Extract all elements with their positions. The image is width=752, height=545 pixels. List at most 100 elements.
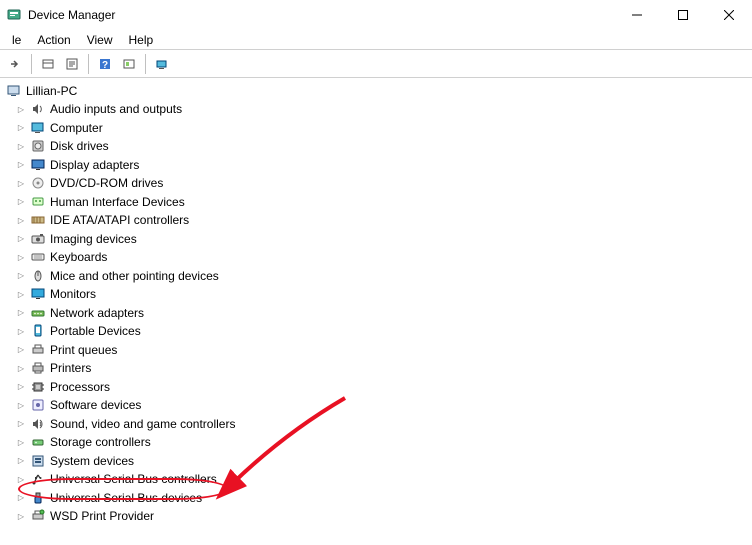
toolbar-separator [145,54,146,74]
expand-chevron-icon[interactable] [16,216,26,225]
expand-chevron-icon[interactable] [16,234,26,243]
mouse-icon [30,268,46,284]
menu-action[interactable]: Action [29,33,78,47]
computer-icon [30,120,46,136]
tree-item[interactable]: Sound, video and game controllers [4,415,752,434]
tree-root-label: Lillian-PC [26,84,77,98]
usbdev-icon [30,490,46,506]
tree-item-label: Display adapters [50,158,139,172]
help-button[interactable]: ? [94,53,116,75]
expand-chevron-icon[interactable] [16,179,26,188]
expand-chevron-icon[interactable] [16,160,26,169]
devices-button[interactable] [151,53,173,75]
expand-chevron-icon[interactable] [16,123,26,132]
tree-item-label: Universal Serial Bus controllers [50,472,217,486]
tree-item[interactable]: Portable Devices [4,322,752,341]
menubar: le Action View Help [0,30,752,50]
wsd-icon [30,508,46,524]
expand-chevron-icon[interactable] [16,419,26,428]
tree-item-label: WSD Print Provider [50,509,154,523]
expand-chevron-icon[interactable] [16,493,26,502]
expand-chevron-icon[interactable] [16,327,26,336]
menu-help[interactable]: Help [121,33,162,47]
expand-chevron-icon[interactable] [16,290,26,299]
tree-root[interactable]: Lillian-PC [4,82,752,100]
tree-item[interactable]: IDE ATA/ATAPI controllers [4,211,752,230]
expand-chevron-icon[interactable] [16,253,26,262]
tree-item[interactable]: Monitors [4,285,752,304]
tree-item[interactable]: Network adapters [4,304,752,323]
device-tree[interactable]: Lillian-PC Audio inputs and outputsCompu… [0,78,752,545]
minimize-button[interactable] [614,0,660,30]
storage-icon [30,434,46,450]
tree-item-label: Software devices [50,398,141,412]
tree-item[interactable]: Universal Serial Bus controllers [4,470,752,489]
portable-icon [30,323,46,339]
dvd-icon [30,175,46,191]
expand-chevron-icon[interactable] [16,105,26,114]
tree-item[interactable]: Keyboards [4,248,752,267]
tree-item[interactable]: Disk drives [4,137,752,156]
tree-item-label: Monitors [50,287,96,301]
expand-chevron-icon[interactable] [16,308,26,317]
tree-item[interactable]: Audio inputs and outputs [4,100,752,119]
expand-chevron-icon[interactable] [16,475,26,484]
tree-item[interactable]: Printers [4,359,752,378]
tree-item-label: Portable Devices [50,324,141,338]
ide-icon [30,212,46,228]
tree-item-label: Human Interface Devices [50,195,185,209]
tree-item[interactable]: System devices [4,452,752,471]
tree-item-label: Storage controllers [50,435,151,449]
menu-view[interactable]: View [79,33,121,47]
printer-icon [30,360,46,376]
expand-chevron-icon[interactable] [16,142,26,151]
system-icon [30,453,46,469]
display-icon [30,157,46,173]
scan-button[interactable] [118,53,140,75]
tree-item[interactable]: Computer [4,119,752,138]
tree-item[interactable]: Print queues [4,341,752,360]
expand-chevron-icon[interactable] [16,197,26,206]
tree-item[interactable]: Mice and other pointing devices [4,267,752,286]
expand-chevron-icon[interactable] [16,438,26,447]
tree-item[interactable]: Display adapters [4,156,752,175]
tree-item-label: Print queues [50,343,117,357]
tree-item[interactable]: Imaging devices [4,230,752,249]
properties-button[interactable] [61,53,83,75]
menu-file[interactable]: le [4,33,29,47]
maximize-button[interactable] [660,0,706,30]
window-controls [614,0,752,29]
close-button[interactable] [706,0,752,30]
expand-chevron-icon[interactable] [16,401,26,410]
tree-item-label: Printers [50,361,91,375]
tree-item[interactable]: Storage controllers [4,433,752,452]
monitor-icon [30,286,46,302]
printq-icon [30,342,46,358]
usb-icon [30,471,46,487]
expand-chevron-icon[interactable] [16,271,26,280]
cpu-icon [30,379,46,395]
tree-item[interactable]: Human Interface Devices [4,193,752,212]
expand-chevron-icon[interactable] [16,456,26,465]
tree-item[interactable]: Software devices [4,396,752,415]
tree-item-label: Universal Serial Bus devices [50,491,202,505]
forward-button[interactable] [4,53,26,75]
tree-item[interactable]: DVD/CD-ROM drives [4,174,752,193]
titlebar: Device Manager [0,0,752,30]
disk-icon [30,138,46,154]
show-hidden-button[interactable] [37,53,59,75]
tree-item-label: DVD/CD-ROM drives [50,176,163,190]
tree-item-label: Disk drives [50,139,109,153]
audio-icon [30,101,46,117]
tree-item-label: IDE ATA/ATAPI controllers [50,213,189,227]
expand-chevron-icon[interactable] [16,345,26,354]
keyboard-icon [30,249,46,265]
expand-chevron-icon[interactable] [16,364,26,373]
tree-item-label: Sound, video and game controllers [50,417,235,431]
expand-chevron-icon[interactable] [16,512,26,521]
tree-item[interactable]: Processors [4,378,752,397]
tree-item[interactable]: Universal Serial Bus devices [4,489,752,508]
tree-item[interactable]: WSD Print Provider [4,507,752,526]
expand-chevron-icon[interactable] [16,382,26,391]
sound-icon [30,416,46,432]
